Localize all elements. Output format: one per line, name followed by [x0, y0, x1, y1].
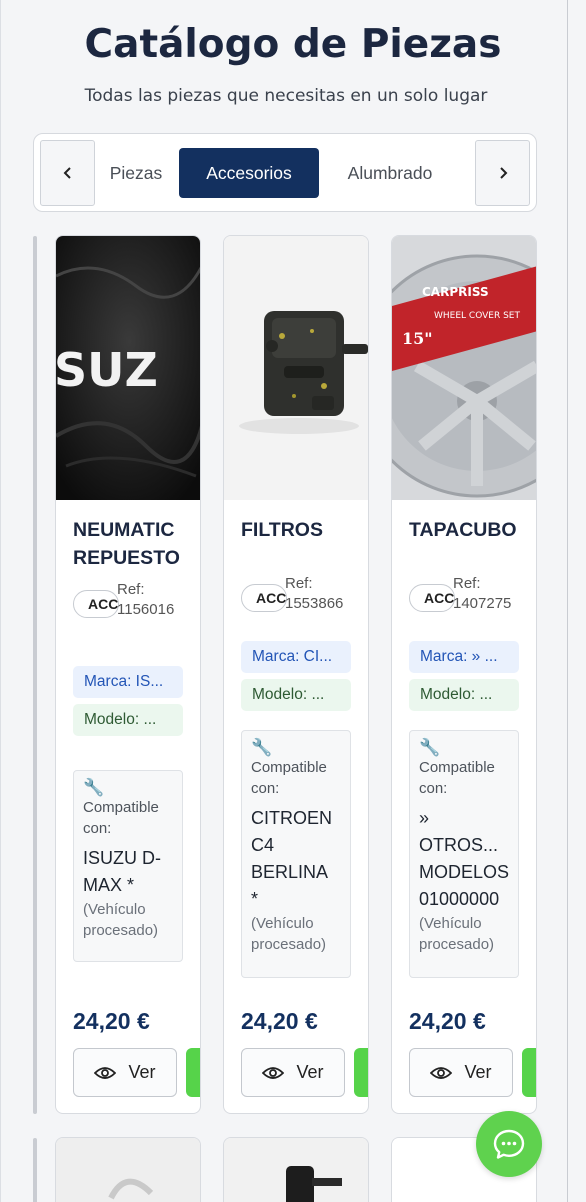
wrench-icon: 🔧 — [83, 778, 105, 797]
product-image: CARPRISS 15" WHEEL COVER SET — [392, 236, 536, 500]
category-tabs: Piezas Accesorios Alumbrado — [33, 133, 537, 212]
model-tag: Modelo: ... — [241, 679, 351, 711]
brand-tag: Marca: CI... — [241, 641, 351, 673]
ref-number: 1553866 — [285, 595, 344, 612]
svg-text:15": 15" — [402, 329, 433, 348]
product-price: 24,20 € — [73, 1008, 150, 1034]
model-tag: Modelo: ... — [409, 679, 519, 711]
svg-text:SUZ: SUZ — [56, 343, 158, 397]
product-card[interactable]: FILTROS ACC Ref: 1553866 Marca: CI... Mo… — [223, 235, 369, 1114]
brand-tag: Marca: IS... — [73, 666, 183, 698]
tabs-next-button[interactable] — [475, 140, 530, 206]
brand-tag: Marca: » ... — [409, 641, 519, 673]
wrench-icon: 🔧 — [251, 738, 273, 757]
wrench-icon: 🔧 — [419, 738, 441, 757]
product-image — [224, 236, 368, 500]
ref-label: Ref: — [117, 581, 145, 598]
eye-icon — [430, 1066, 453, 1079]
category-badge: ACC — [73, 590, 119, 618]
category-badge: ACC — [409, 584, 455, 612]
tab-alumbrado[interactable]: Alumbrado — [329, 148, 451, 198]
view-button[interactable]: Ver — [409, 1048, 513, 1097]
view-button[interactable]: Ver — [73, 1048, 177, 1097]
reference-row: ACC Ref: 1553866 — [241, 575, 361, 624]
ref-number: 1407275 — [453, 595, 512, 612]
chevron-left-icon — [63, 167, 71, 179]
product-card[interactable]: CARPRISS 15" WHEEL COVER SET TAPACUBO AC… — [391, 235, 537, 1114]
tab-piezas[interactable]: Piezas — [96, 148, 176, 198]
tabs-prev-button[interactable] — [40, 140, 95, 206]
model-tag: Modelo: ... — [73, 704, 183, 736]
category-badge: ACC — [241, 584, 287, 612]
ref-label: Ref: — [285, 575, 313, 592]
page-title: Catálogo de Piezas — [84, 22, 502, 67]
reference-row: ACC Ref: 1156016 — [73, 581, 193, 630]
ref-number: 1156016 — [117, 601, 175, 618]
add-to-cart-button[interactable] — [186, 1048, 200, 1097]
product-price: 24,20 € — [241, 1008, 318, 1034]
product-image — [56, 1138, 200, 1202]
product-card[interactable]: SUZ NEUMATIC REPUESTO ACC Ref: 1156016 M… — [55, 235, 201, 1114]
tab-accesorios[interactable]: Accesorios — [179, 148, 319, 198]
add-to-cart-button[interactable] — [522, 1048, 536, 1097]
eye-icon — [262, 1066, 285, 1079]
compatibility-box: 🔧 Compatible con: ISUZU D- MAX * (Vehícu… — [73, 770, 183, 962]
product-name: TAPACUBO — [409, 519, 517, 541]
svg-text:CARPRISS: CARPRISS — [422, 285, 489, 299]
scroll-rail[interactable] — [33, 1138, 37, 1202]
compatible-vehicle: ISUZU D- MAX * — [83, 848, 161, 895]
eye-icon — [94, 1066, 117, 1079]
product-price: 24,20 € — [409, 1008, 486, 1034]
chevron-right-icon — [499, 167, 507, 179]
product-card[interactable] — [223, 1137, 369, 1202]
product-card[interactable] — [55, 1137, 201, 1202]
product-name: FILTROS — [241, 519, 323, 541]
compatible-vehicle: CITROEN C4 BERLINA * — [251, 808, 332, 909]
ref-label: Ref: — [453, 575, 481, 592]
product-image: SUZ — [56, 236, 200, 500]
view-button[interactable]: Ver — [241, 1048, 345, 1097]
reference-row: ACC Ref: 1407275 — [409, 575, 529, 624]
page-subtitle: Todas las piezas que necesitas en un sol… — [84, 86, 488, 106]
compatible-vehicle: » OTROS... MODELOS 01000000 — [419, 808, 510, 909]
compatibility-box: 🔧 Compatible con: CITROEN C4 BERLINA * (… — [241, 730, 351, 978]
add-to-cart-button[interactable] — [354, 1048, 368, 1097]
scroll-rail[interactable] — [33, 236, 37, 1114]
product-image — [224, 1138, 368, 1202]
chat-button[interactable] — [476, 1111, 542, 1177]
svg-text:WHEEL COVER SET: WHEEL COVER SET — [434, 311, 520, 321]
product-name: NEUMATIC REPUESTO — [73, 519, 180, 569]
chat-bubble-icon — [493, 1129, 525, 1159]
compatibility-box: 🔧 Compatible con: » OTROS... MODELOS 010… — [409, 730, 519, 978]
